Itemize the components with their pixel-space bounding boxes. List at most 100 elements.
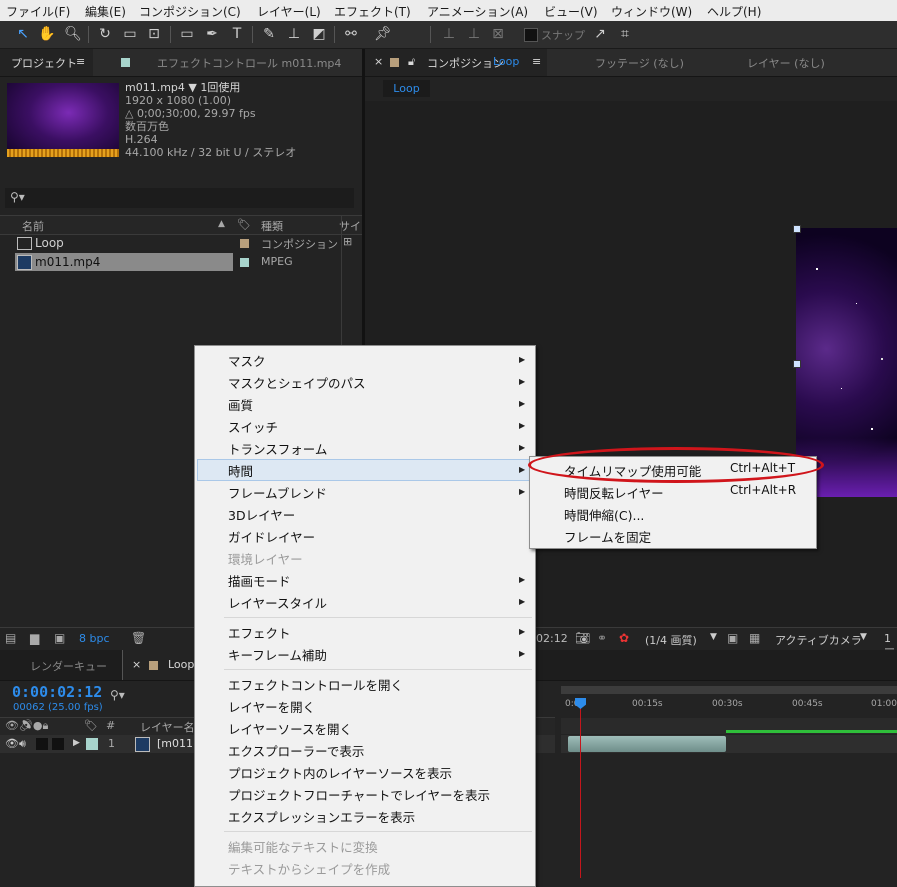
menu-item-transform[interactable]: トランスフォーム [228, 439, 327, 458]
snap-edge-icon[interactable]: ⌗ [616, 25, 634, 43]
comp-breadcrumb[interactable]: Loop [383, 80, 430, 97]
search-icon[interactable]: ⚲▾ [110, 688, 125, 702]
label-tag-icon[interactable]: 🏷︎ [237, 218, 251, 231]
panel-menu-icon[interactable]: ≡ [532, 55, 541, 68]
pen-tool-icon[interactable]: ✒ [203, 25, 221, 43]
visibility-eye-icon[interactable]: 👁︎ [5, 737, 19, 750]
menu-item-reveal-source-in-project[interactable]: プロジェクト内のレイヤーソースを表示 [228, 763, 452, 782]
layer-duration-bar[interactable] [568, 736, 726, 752]
region-of-interest-icon[interactable]: ▣ [727, 631, 738, 645]
brush-tool-icon[interactable]: ✎ [260, 25, 278, 43]
camera-tool-icon[interactable]: ▭ [121, 25, 139, 43]
menu-item-mask-shape-path[interactable]: マスクとシェイプのパス [228, 373, 366, 392]
menu-help[interactable]: ヘルプ(H) [707, 3, 761, 20]
puppet-pin-tool-icon[interactable]: 📌︎ [374, 25, 392, 43]
snapshot-icon[interactable]: 📷︎ [575, 631, 590, 645]
tab-loop[interactable]: Loop [168, 658, 194, 671]
menu-item-open-layer-source[interactable]: レイヤーソースを開く [228, 719, 352, 738]
channel-icon[interactable]: ✿ [619, 631, 629, 645]
axis-view-icon[interactable]: ⊠ [489, 25, 507, 43]
menu-item-mask[interactable]: マスク [228, 351, 266, 370]
new-folder-icon[interactable]: ▆ [30, 631, 39, 645]
menu-item-3d-layer[interactable]: 3Dレイヤー [228, 505, 295, 524]
tab-effect-controls[interactable]: エフェクトコントロール m011.mp4 [157, 55, 341, 71]
close-tab-icon[interactable]: × [374, 55, 383, 68]
snap-checkbox[interactable] [524, 28, 538, 42]
bpc-toggle[interactable]: 8 bpc [79, 632, 110, 645]
menu-file[interactable]: ファイル(F) [6, 3, 70, 20]
snap-feature-icon[interactable]: ↗ [591, 25, 609, 43]
sort-up-icon[interactable]: ▲ [218, 219, 225, 229]
menu-item-time[interactable]: 時間 [228, 461, 253, 480]
menu-item-guide-layer[interactable]: ガイドレイヤー [228, 527, 315, 546]
tab-footage[interactable]: フッテージ (なし) [595, 55, 684, 71]
menu-item-show-expression-errors[interactable]: エクスプレッションエラーを表示 [228, 807, 415, 826]
new-composition-icon[interactable]: ▣ [54, 631, 65, 645]
current-time[interactable]: 0:00:02:12 [12, 683, 102, 701]
text-tool-icon[interactable]: T [228, 25, 246, 43]
close-tab-icon[interactable]: × [132, 658, 141, 671]
label-swatch[interactable] [86, 738, 98, 750]
menu-layer[interactable]: レイヤー(L) [257, 3, 321, 20]
flowchart-icon[interactable]: ⊞ [343, 235, 352, 248]
project-item-row[interactable]: m011.mp4 MPEG [0, 253, 362, 271]
tab-project[interactable]: プロジェクト [11, 55, 77, 71]
menu-item-open-effect-controls[interactable]: エフェクトコントロールを開く [228, 675, 403, 694]
lock-icon[interactable]: 🔓︎ [408, 55, 415, 69]
solo-switch[interactable] [36, 738, 48, 750]
menu-animation[interactable]: アニメーション(A) [427, 3, 528, 20]
rotate-tool-icon[interactable]: ↻ [96, 25, 114, 43]
menu-item-quality[interactable]: 画質 [228, 395, 253, 414]
transform-handle[interactable] [793, 360, 801, 368]
menu-item-time-stretch[interactable]: 時間伸縮(C)... [564, 505, 644, 524]
pan-behind-tool-icon[interactable]: ⊡ [145, 25, 163, 43]
selection-tool-icon[interactable]: ↖ [14, 25, 32, 43]
transparency-grid-icon[interactable]: ▦ [749, 631, 760, 645]
viewer-timecode[interactable]: 02:12 [536, 632, 568, 645]
time-ruler[interactable]: 0:00 00:15s 00:30s 00:45s 01:00 [561, 694, 897, 718]
zoom-tool-icon[interactable]: 🔍︎ [64, 25, 82, 43]
transform-handle[interactable] [793, 225, 801, 233]
menu-item-frame-blend[interactable]: フレームブレンド [228, 483, 327, 502]
rectangle-tool-icon[interactable]: ▭ [178, 25, 196, 43]
hand-tool-icon[interactable]: ✋ [38, 25, 56, 43]
axis-local-icon[interactable]: ⊥ [440, 25, 458, 43]
work-area-bar[interactable] [561, 686, 897, 694]
panel-menu-icon[interactable]: ≡ [76, 55, 85, 68]
menu-view[interactable]: ビュー(V) [544, 3, 598, 20]
menu-composition[interactable]: コンポジション(C) [139, 3, 241, 20]
roto-brush-tool-icon[interactable]: ⚯ [342, 25, 360, 43]
eraser-tool-icon[interactable]: ◩ [310, 25, 328, 43]
col-size[interactable]: サイ [339, 218, 361, 234]
menu-window[interactable]: ウィンドウ(W) [611, 3, 692, 20]
menu-item-effect[interactable]: エフェクト [228, 623, 291, 642]
audio-icon[interactable]: 🔊︎ [19, 737, 26, 751]
menu-edit[interactable]: 編集(E) [85, 3, 126, 20]
menu-item-freeze-frame[interactable]: フレームを固定 [564, 527, 651, 546]
project-item-row[interactable]: Loop コンポジション ⊞ [0, 234, 362, 252]
chevron-down-icon[interactable]: ▼ [710, 632, 717, 642]
lock-switch[interactable] [52, 738, 64, 750]
menu-item-reveal-in-explorer[interactable]: エクスプローラーで表示 [228, 741, 364, 760]
menu-effect[interactable]: エフェクト(T) [334, 3, 411, 20]
menu-item-time-reverse-layer[interactable]: 時間反転レイヤー [564, 483, 664, 502]
menu-item-switches[interactable]: スイッチ [228, 417, 278, 436]
col-name[interactable]: 名前 [22, 218, 44, 234]
clone-stamp-tool-icon[interactable]: ⊥ [285, 25, 303, 43]
menu-item-reveal-in-flowchart[interactable]: プロジェクトフローチャートでレイヤーを表示 [228, 785, 490, 804]
camera-select[interactable]: アクティブカメラ [775, 632, 862, 648]
tab-layer[interactable]: レイヤー (なし) [747, 55, 825, 71]
tab-composition-name[interactable]: Loop [493, 55, 519, 68]
show-snapshot-icon[interactable]: ⚭ [597, 631, 607, 645]
project-search-input[interactable]: ⚲▾ [5, 188, 354, 208]
col-type[interactable]: 種類 [261, 218, 283, 234]
trash-icon[interactable]: 🗑︎ [131, 631, 146, 645]
expand-arrow-icon[interactable]: ▶ [73, 738, 80, 748]
menu-item-keyframe-assistant[interactable]: キーフレーム補助 [228, 645, 327, 664]
interpret-footage-icon[interactable]: ▤ [5, 631, 16, 645]
menu-item-blend-mode[interactable]: 描画モード [228, 571, 291, 590]
col-layer-name[interactable]: レイヤー名 [140, 719, 195, 735]
chevron-down-icon[interactable]: ▼ [860, 632, 867, 642]
menu-item-layer-styles[interactable]: レイヤースタイル [228, 593, 327, 612]
tab-render-queue[interactable]: レンダーキュー [30, 658, 107, 674]
